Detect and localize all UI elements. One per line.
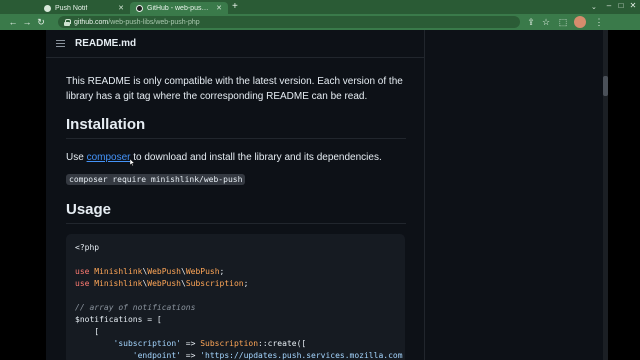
mouse-cursor-icon [130, 159, 135, 166]
back-arrow-icon[interactable]: ← [6, 15, 20, 29]
tab-github[interactable]: GitHub - web-push-libs/w ✕ [130, 2, 228, 14]
readme-title: README.md [75, 38, 137, 49]
tab-strip: Push Notif ✕ GitHub - web-push-libs/w ✕ … [0, 0, 640, 14]
readme-header: README.md [46, 30, 424, 58]
star-icon[interactable]: ☆ [539, 15, 553, 29]
tab-close-icon[interactable]: ✕ [216, 4, 222, 12]
code-line: use Minishlink\WebPush\WebPush; [75, 267, 225, 276]
tab-push-notif[interactable]: Push Notif ✕ [38, 2, 130, 14]
composer-link[interactable]: composer [87, 152, 131, 163]
lock-icon [64, 18, 71, 26]
forward-arrow-icon[interactable]: → [20, 15, 34, 29]
new-tab-icon[interactable]: + [232, 2, 238, 12]
extensions-icon[interactable]: ⬚ [556, 15, 570, 29]
code-line: [ [75, 327, 100, 336]
list-icon[interactable] [56, 40, 65, 47]
tab-title: Push Notif [55, 4, 88, 12]
minimize-icon[interactable]: – [603, 0, 615, 12]
heading-divider [66, 138, 406, 139]
compat-paragraph-line-2: library has a git tag where the correspo… [66, 91, 368, 102]
menu-dots-icon[interactable]: ⋮ [592, 15, 606, 29]
sidebar-divider [424, 30, 425, 360]
tab-favicon-icon [44, 4, 51, 12]
code-line: 'subscription' => Subscription::create([ [113, 339, 307, 348]
url-text: github.com/web-push-libs/web-push-php [74, 18, 200, 26]
tab-search-icon[interactable]: ⌄ [591, 3, 601, 11]
code-line: 'endpoint' => 'https://updates.push.serv… [132, 351, 403, 360]
usage-heading: Usage [66, 201, 112, 218]
close-window-icon[interactable]: ✕ [627, 0, 639, 12]
address-bar[interactable]: github.com/web-push-libs/web-push-php [58, 16, 520, 28]
github-favicon-icon [136, 4, 143, 12]
maximize-icon[interactable]: □ [615, 0, 627, 12]
heading-divider [66, 223, 406, 224]
tab-title: GitHub - web-push-libs/w [147, 4, 212, 12]
profile-avatar-icon[interactable] [574, 16, 586, 28]
code-line: <?php [75, 243, 100, 252]
composer-command: composer require minishlink/web-push [66, 174, 246, 185]
share-icon[interactable]: ⇪ [524, 15, 538, 29]
reload-icon[interactable]: ↻ [34, 15, 48, 29]
tab-close-icon[interactable]: ✕ [118, 4, 124, 12]
code-comment: // array of notifications [75, 303, 196, 312]
code-line: $notifications = [ [75, 315, 162, 324]
installation-heading: Installation [66, 116, 146, 133]
page-scrollbar[interactable] [603, 30, 608, 360]
scrollbar-thumb[interactable] [603, 76, 608, 96]
github-page: README.md This README is only compatible… [46, 30, 605, 360]
browser-toolbar: ← → ↻ github.com/web-push-libs/web-push-… [0, 14, 640, 30]
installation-paragraph: Use composer to download and install the… [66, 152, 382, 163]
code-line: use Minishlink\WebPush\Subscription; [75, 279, 249, 288]
browser-window: Push Notif ✕ GitHub - web-push-libs/w ✕ … [0, 0, 640, 360]
code-block: <?php use Minishlink\WebPush\WebPush; us… [66, 234, 405, 360]
compat-paragraph-line-1: This README is only compatible with the … [66, 76, 403, 87]
